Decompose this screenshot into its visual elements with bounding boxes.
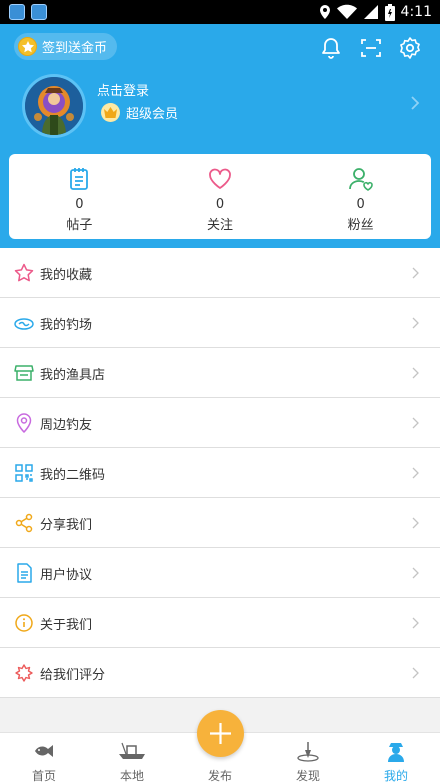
tab-label: 首页 [31,769,56,783]
notification-app-icon [9,4,25,20]
wifi-icon [336,4,357,19]
menu-list: 我的收藏 我的钓场 我的渔具店 周边钓友 我的二维码 分享我们 用户协议 关于我… [0,248,440,698]
tab-discover[interactable]: 发现 [264,733,352,783]
chevron-right-icon [412,617,419,629]
share-icon [15,513,33,533]
menu-item-label: 给我们评分 [40,668,106,683]
location-pin-icon [16,413,32,433]
gear-icon[interactable] [398,36,422,60]
vip-label: 超级会员 [126,107,179,122]
chevron-right-icon [412,667,419,679]
menu-item-favorites[interactable]: 我的收藏 [0,248,440,298]
chevron-right-icon [412,567,419,579]
tab-label: 本地 [119,769,144,783]
store-icon [14,365,34,381]
avatar[interactable] [22,74,86,138]
tab-home[interactable]: 首页 [0,733,88,783]
menu-item-rate-us[interactable]: 给我们评分 [0,648,440,698]
fish-icon [35,745,53,757]
tab-label: 我的 [383,769,408,783]
status-icons: 4:11 [319,3,432,21]
menu-item-fishing-spots[interactable]: 我的钓场 [0,298,440,348]
boat-icon [119,742,145,759]
stat-count: 0 [75,197,84,212]
menu-item-label: 我的渔具店 [40,368,106,383]
stat-count: 0 [215,197,225,212]
battery-icon [384,3,395,21]
menu-item-label: 我的二维码 [40,468,106,483]
heart-icon [209,168,231,189]
plus-icon [210,723,231,744]
user-heart-icon [348,168,373,191]
publish-button[interactable] [197,710,244,757]
vip-badge[interactable]: 超级会员 [101,103,178,122]
menu-item-share[interactable]: 分享我们 [0,498,440,548]
stat-count: 0 [356,197,365,212]
menu-item-label: 周边钓友 [40,418,93,433]
menu-item-about-us[interactable]: 关于我们 [0,598,440,648]
menu-item-label: 我的收藏 [40,268,93,283]
tab-label: 发现 [295,769,320,783]
tab-mine[interactable]: 我的 [352,733,440,783]
tab-label: 发布 [207,769,232,783]
bell-icon[interactable] [319,36,343,60]
info-icon [15,614,33,632]
login-link[interactable]: 点击登录 [97,80,149,99]
stat-followers[interactable]: 0 粉丝 [290,154,431,239]
stat-label: 关注 [207,218,234,233]
fishing-spot-icon [14,318,34,330]
crown-icon [101,103,120,122]
menu-item-tackle-store[interactable]: 我的渔具店 [0,348,440,398]
notepad-icon [70,168,89,190]
checkin-button[interactable]: 签到送金币 [14,33,118,60]
menu-item-label: 我的钓场 [40,318,93,333]
status-bar: 4:11 [0,0,440,24]
menu-item-label: 用户协议 [40,568,93,583]
chevron-right-icon [412,367,419,379]
menu-item-user-agreement[interactable]: 用户协议 [0,548,440,598]
star-icon [14,263,34,282]
chevron-right-icon [412,467,419,479]
location-icon [319,5,330,19]
rating-icon [15,664,33,682]
scan-icon[interactable] [359,36,383,60]
coin-icon [18,37,37,56]
chevron-right-icon [412,317,419,329]
stats-card: 0 帖子 0 关注 0 粉丝 [9,154,431,239]
stat-following[interactable]: 0 关注 [150,154,291,239]
status-time: 4:11 [400,4,432,20]
user-icon [388,743,404,762]
menu-item-label: 关于我们 [40,618,93,633]
chevron-right-icon [412,417,419,429]
stat-posts[interactable]: 0 帖子 [9,154,150,239]
menu-item-nearby-anglers[interactable]: 周边钓友 [0,398,440,448]
stat-label: 帖子 [66,218,93,233]
float-icon [297,742,319,762]
chevron-right-icon[interactable] [409,96,421,110]
stat-label: 粉丝 [347,218,374,233]
document-icon [17,563,32,583]
menu-item-qr-code[interactable]: 我的二维码 [0,448,440,498]
signal-icon [363,5,378,19]
qr-code-icon [15,464,33,482]
tab-local[interactable]: 本地 [88,733,176,783]
notification-app-icon [31,4,47,20]
menu-item-label: 分享我们 [40,518,93,533]
chevron-right-icon [412,517,419,529]
chevron-right-icon [412,267,419,279]
checkin-label: 签到送金币 [42,41,108,56]
